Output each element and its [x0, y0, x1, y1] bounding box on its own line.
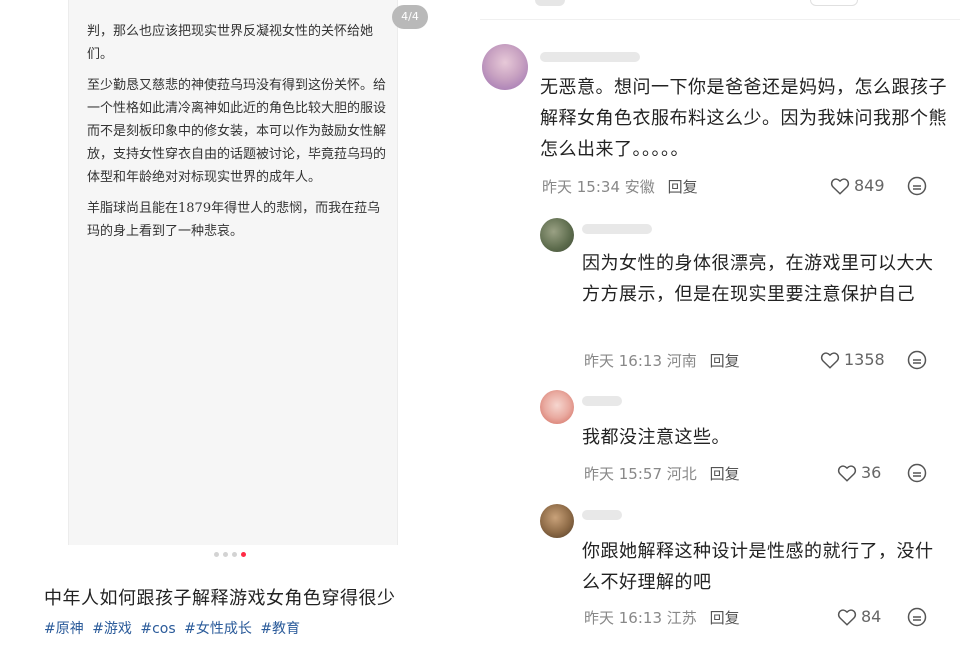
comment-time: 昨天 16:13: [584, 352, 662, 370]
comments-panel: 无恶意。想问一下你是爸爸还是妈妈，怎么跟孩子解释女角色衣服布料这么少。因为我妹问…: [470, 0, 960, 653]
article-paragraph: 羊脂球尚且能在1879年得世人的悲悯，而我在菈乌玛的身上看到了一种悲哀。: [87, 201, 381, 239]
blurred-button[interactable]: [810, 0, 858, 6]
comment-time: 昨天 15:57: [584, 465, 662, 483]
avatar[interactable]: [482, 44, 528, 90]
comment-text: 因为女性的身体很漂亮，在游戏里可以大大方方展示，但是在现实里要注意保护自己: [582, 253, 934, 305]
comment-meta: 昨天 16:13 江苏 回复: [584, 607, 740, 628]
post-panel: 判，那么也应该把现实世界反凝视女性的关怀给她们。 至少勤恳又慈悲的神使菈乌玛没有…: [0, 0, 470, 653]
username-blurred[interactable]: [582, 510, 622, 520]
more-icon[interactable]: [907, 350, 927, 370]
avatar[interactable]: [540, 390, 574, 424]
like-button[interactable]: 84: [837, 607, 881, 626]
tag-link[interactable]: #教育: [260, 621, 300, 637]
comment-location: 河南: [666, 352, 697, 370]
post-image[interactable]: 判，那么也应该把现实世界反凝视女性的关怀给她们。 至少勤恳又慈悲的神使菈乌玛没有…: [68, 0, 398, 545]
carousel-dots[interactable]: [214, 552, 246, 557]
avatar[interactable]: [540, 218, 574, 252]
comment-time: 昨天 15:34: [542, 178, 620, 196]
comment-time: 昨天 16:13: [584, 609, 662, 627]
like-button[interactable]: 1358: [820, 350, 885, 369]
post-title: 中年人如何跟孩子解释游戏女角色穿得很少: [44, 588, 396, 609]
like-button[interactable]: 36: [837, 463, 881, 482]
username-blurred[interactable]: [582, 224, 652, 234]
heart-icon: [820, 351, 840, 369]
carousel-dot-active[interactable]: [241, 552, 246, 557]
more-icon[interactable]: [907, 176, 927, 196]
tag-link[interactable]: #女性成长: [184, 621, 252, 637]
tag-link[interactable]: #原神: [44, 621, 84, 637]
comment-location: 河北: [666, 465, 697, 483]
comment-text: 你跟她解释这种设计是性感的就行了，没什么不好理解的吧: [582, 541, 934, 593]
page-indicator: 4/4: [392, 5, 428, 29]
like-button[interactable]: 849: [830, 176, 885, 195]
comment-text: 无恶意。想问一下你是爸爸还是妈妈，怎么跟孩子解释女角色衣服布料这么少。因为我妹问…: [540, 77, 947, 160]
reply-button[interactable]: 回复: [710, 465, 740, 483]
heart-icon: [837, 464, 857, 482]
username-blurred[interactable]: [540, 52, 640, 62]
tag-link[interactable]: #cos: [140, 621, 175, 637]
article-paragraph: 判，那么也应该把现实世界反凝视女性的关怀给她们。: [87, 24, 374, 62]
like-count: 84: [861, 607, 882, 626]
comment-text: 我都没注意这些。: [582, 427, 730, 448]
tag-link[interactable]: #游戏: [92, 621, 132, 637]
carousel-dot[interactable]: [214, 552, 219, 557]
heart-icon: [837, 608, 857, 626]
more-icon[interactable]: [907, 607, 927, 627]
comment-meta: 昨天 15:34 安徽 回复: [542, 176, 698, 197]
like-count: 36: [861, 463, 882, 482]
article-text: 判，那么也应该把现实世界反凝视女性的关怀给她们。 至少勤恳又慈悲的神使菈乌玛没有…: [87, 20, 387, 251]
article-paragraph: 至少勤恳又慈悲的神使菈乌玛没有得到这份关怀。给一个性格如此清冷离神如此近的角色比…: [87, 78, 387, 185]
username-blurred[interactable]: [582, 396, 622, 406]
blurred-avatar: [535, 0, 565, 6]
comment-meta: 昨天 15:57 河北 回复: [584, 463, 740, 484]
tag-list: #原神 #游戏 #cos #女性成长 #教育: [44, 618, 304, 638]
like-count: 849: [854, 176, 885, 195]
reply-button[interactable]: 回复: [668, 178, 698, 196]
comment-location: 安徽: [624, 178, 655, 196]
reply-button[interactable]: 回复: [710, 609, 740, 627]
comment-location: 江苏: [666, 609, 697, 627]
top-bar: [480, 0, 960, 20]
avatar[interactable]: [540, 504, 574, 538]
carousel-dot[interactable]: [223, 552, 228, 557]
comment-meta: 昨天 16:13 河南 回复: [584, 350, 740, 371]
heart-icon: [830, 177, 850, 195]
more-icon[interactable]: [907, 463, 927, 483]
carousel-dot[interactable]: [232, 552, 237, 557]
like-count: 1358: [844, 350, 885, 369]
reply-button[interactable]: 回复: [710, 352, 740, 370]
